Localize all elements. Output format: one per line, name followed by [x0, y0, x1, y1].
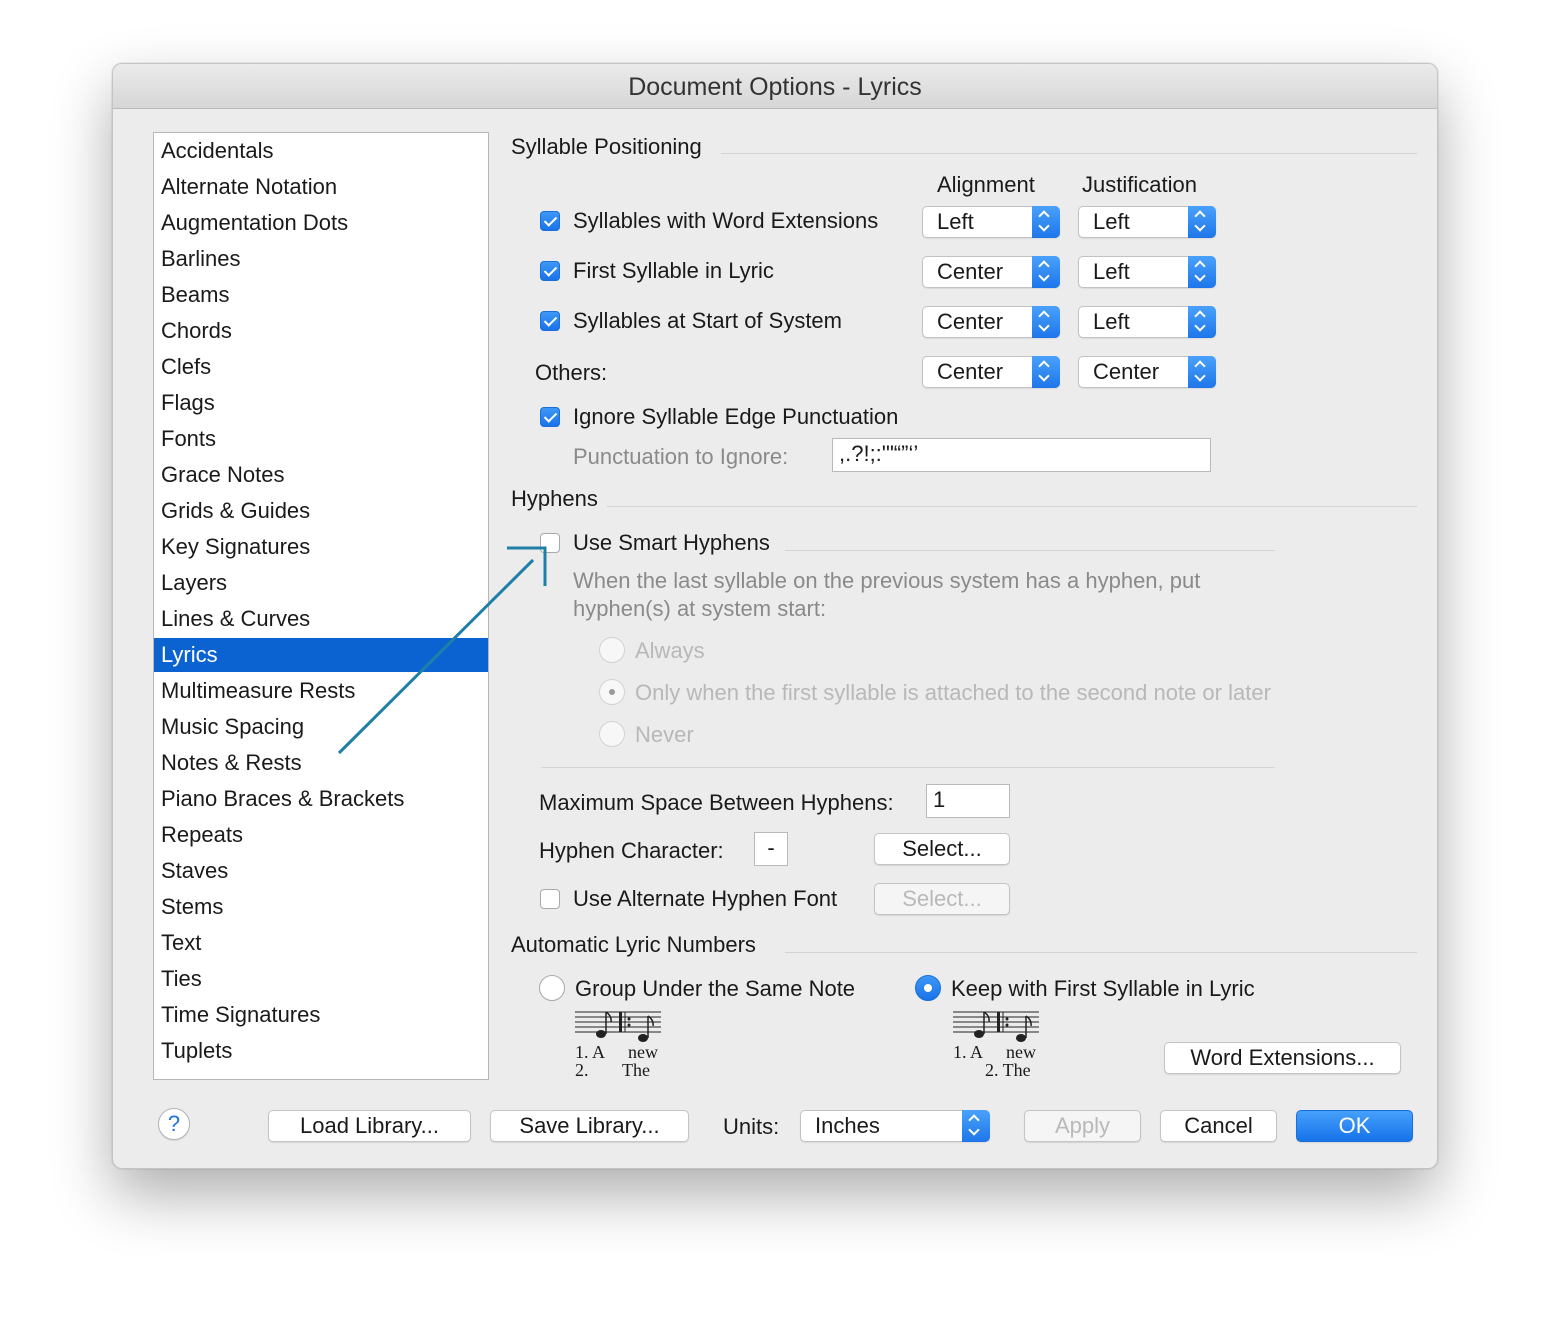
- annotation-arrow-icon: [337, 546, 547, 755]
- document-options-window: Document Options - Lyrics Accidentals Alt…: [112, 63, 1438, 1169]
